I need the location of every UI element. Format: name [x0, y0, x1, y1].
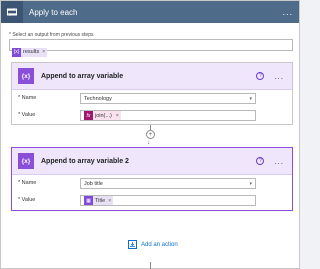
value-row: * Value ▦ Title ×: [12, 192, 292, 209]
loop-icon: [1, 1, 23, 23]
help-icon[interactable]: ?: [256, 157, 265, 165]
select-output-label: * Select an output from previous steps: [9, 32, 94, 38]
select-output-input[interactable]: {x} results ×: [9, 39, 293, 57]
card-header[interactable]: {x} Append to array variable ? ...: [12, 63, 292, 90]
append-array-card-2: {x} Append to array variable 2 ? ... * N…: [11, 147, 293, 211]
name-value: Technology: [84, 95, 112, 102]
card-header[interactable]: {x} Append to array variable 2 ? ...: [12, 148, 292, 175]
card-title: Append to array variable 2: [41, 157, 129, 165]
name-dropdown[interactable]: Job title ▾: [80, 178, 256, 189]
add-action-icon: [128, 240, 137, 249]
apply-to-each-container: Apply to each ... * Select an output fro…: [0, 0, 300, 269]
expression-icon: fx: [84, 111, 93, 120]
value-label: * Value: [18, 197, 36, 203]
remove-token-icon[interactable]: ×: [108, 198, 111, 204]
chevron-down-icon: ▾: [249, 181, 252, 187]
remove-token-icon[interactable]: ×: [116, 113, 119, 119]
more-options-icon[interactable]: ...: [274, 72, 284, 81]
name-dropdown[interactable]: Technology ▾: [80, 93, 256, 104]
value-label: * Value: [18, 112, 36, 118]
token-label: join(...): [95, 112, 112, 119]
token-label: results: [23, 49, 40, 55]
value-row: * Value fx join(...) ×: [12, 107, 292, 124]
name-label: * Name: [18, 180, 37, 186]
card-title: Append to array variable: [41, 72, 124, 80]
value-input[interactable]: fx join(...) ×: [80, 110, 256, 121]
variable-icon: {x}: [12, 47, 21, 57]
more-options-icon[interactable]: ...: [274, 157, 284, 166]
name-row: * Name Technology ▾: [12, 90, 292, 107]
append-array-card-1: {x} Append to array variable ? ... * Nam…: [11, 62, 293, 125]
variable-icon: {x}: [18, 153, 34, 169]
results-token[interactable]: {x} results ×: [12, 47, 48, 57]
name-label: * Name: [18, 95, 37, 101]
remove-token-icon[interactable]: ×: [42, 49, 45, 55]
expression-token[interactable]: fx join(...) ×: [84, 111, 121, 120]
apply-to-each-title: Apply to each: [29, 7, 78, 17]
add-action-button[interactable]: Add an action: [128, 240, 178, 249]
arrow-down-icon: ↓: [147, 140, 150, 146]
help-icon[interactable]: ?: [256, 72, 265, 80]
apply-to-each-header[interactable]: Apply to each ...: [1, 1, 299, 23]
name-value: Job title: [84, 180, 103, 187]
more-options-icon[interactable]: ...: [282, 7, 293, 17]
connector-line: [150, 262, 151, 269]
token-label: Title: [95, 197, 106, 204]
dynamic-content-icon: ▦: [84, 196, 93, 205]
variable-icon: {x}: [18, 68, 34, 84]
title-token[interactable]: ▦ Title ×: [84, 196, 114, 205]
name-row: * Name Job title ▾: [12, 175, 292, 192]
value-input[interactable]: ▦ Title ×: [80, 195, 256, 206]
insert-step-icon[interactable]: +: [146, 130, 155, 139]
add-action-label: Add an action: [141, 241, 178, 248]
chevron-down-icon: ▾: [249, 96, 252, 102]
